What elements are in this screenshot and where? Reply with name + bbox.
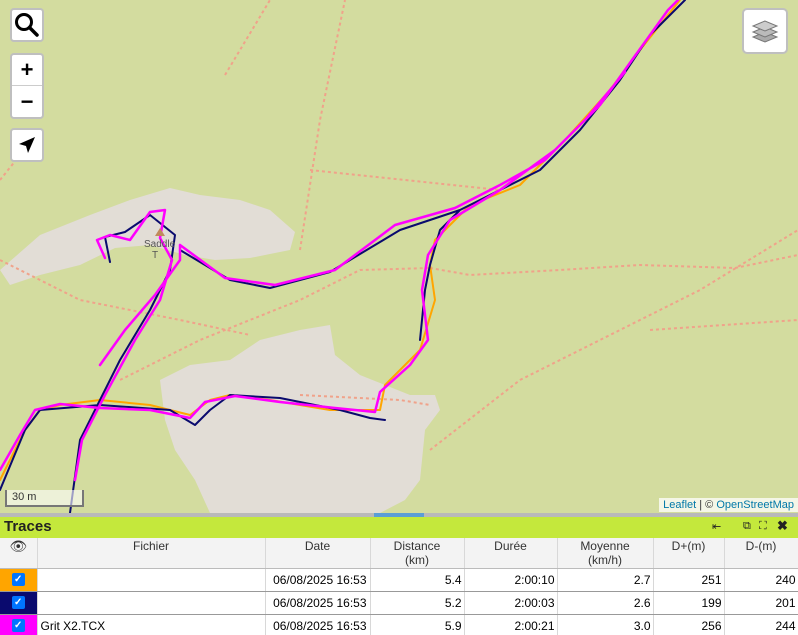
visibility-checkbox[interactable]: ✓ (11, 573, 25, 586)
rock-area-saddle (0, 188, 295, 285)
column-header-distance[interactable]: Distance (km) (370, 538, 465, 569)
column-header-fichier[interactable]: Fichier (37, 538, 266, 569)
date-cell: 06/08/2025 16:53 (265, 568, 371, 592)
track-color-swatch: ✓ (0, 568, 37, 591)
leaflet-link[interactable]: Leaflet (663, 499, 696, 511)
table-header-row: 👁 Fichier Date Distance (km) Durée Moyenn… (0, 538, 798, 569)
distance-cell: 5.2 (370, 591, 465, 615)
duree-cell: 2:00:10 (464, 568, 558, 592)
visibility-checkbox[interactable]: ✓ (11, 596, 25, 609)
search-icon (15, 13, 39, 37)
file-name: Grit X2.TCX (40, 618, 106, 633)
search-button[interactable] (10, 8, 44, 42)
locate-button[interactable] (10, 128, 44, 162)
locate-arrow-icon (19, 137, 35, 153)
table-row[interactable]: ✓ 06/08/2025 16:53 5.2 2:00:03 2.6 199 201 (0, 591, 798, 615)
moyenne-cell: 3.0 (557, 614, 654, 635)
table-row[interactable]: ✓ 06/08/2025 16:53 5.4 2:00:10 2.7 251 240 (0, 568, 798, 592)
zoom-control: + − (10, 53, 44, 119)
traces-table: 👁 Fichier Date Distance (km) Durée Moyenn… (0, 538, 798, 635)
moyenne-cell: 2.6 (557, 591, 654, 615)
file-cell[interactable] (37, 591, 266, 615)
map-tiles: Saddle T (0, 0, 798, 513)
visibility-cell: ✓ (0, 568, 38, 592)
attribution-separator: | © (696, 499, 717, 511)
layers-icon (751, 20, 779, 43)
column-header-dminus[interactable]: D-(m) (724, 538, 798, 569)
dminus-cell: 240 (724, 568, 798, 592)
track-color-swatch: ✓ (0, 591, 37, 614)
column-header-duree[interactable]: Durée (464, 538, 558, 569)
track-color-swatch: ✓ (0, 614, 37, 635)
peak-label-2: T (152, 250, 158, 261)
expand-icon[interactable]: ⛶ (759, 520, 767, 533)
eye-icon: 👁 (9, 538, 28, 554)
osm-link[interactable]: OpenStreetMap (716, 499, 794, 511)
map-attribution: Leaflet | © OpenStreetMap (659, 498, 798, 512)
popout-icon[interactable]: ⧉ (743, 520, 751, 533)
scale-bar: 30 m (5, 490, 84, 507)
zoom-out-button[interactable]: − (12, 86, 42, 117)
table-row[interactable]: ✓ Grit X2.TCX 06/08/2025 16:53 5.9 2:00:21 3.… (0, 614, 798, 635)
distance-cell: 5.9 (370, 614, 465, 635)
peak-label: Saddle (144, 239, 176, 250)
traces-panel-header: Traces ⇤ ⧉ ⛶ ✖ (0, 517, 798, 538)
dplus-cell: 199 (653, 591, 725, 615)
moyenne-cell: 2.7 (557, 568, 654, 592)
column-header-moyenne[interactable]: Moyenne (km/h) (557, 538, 654, 569)
visibility-checkbox[interactable]: ✓ (11, 619, 25, 632)
column-header-dplus[interactable]: D+(m) (653, 538, 725, 569)
dminus-cell: 201 (724, 591, 798, 615)
zoom-in-button[interactable]: + (12, 55, 42, 86)
file-name-field[interactable] (40, 594, 107, 611)
duree-cell: 2:00:21 (464, 614, 558, 635)
duree-cell: 2:00:03 (464, 591, 558, 615)
map-view[interactable]: Saddle T + − 30 m Leaflet | © OpenStreet… (0, 0, 798, 513)
date-cell: 06/08/2025 16:53 (265, 614, 371, 635)
close-icon[interactable]: ✖ (777, 518, 788, 534)
distance-cell: 5.4 (370, 568, 465, 592)
date-cell: 06/08/2025 16:53 (265, 591, 371, 615)
file-cell[interactable] (37, 568, 266, 592)
file-name-field[interactable] (40, 571, 107, 588)
layers-button[interactable] (742, 8, 788, 54)
visibility-cell: ✓ (0, 591, 38, 615)
visibility-cell: ✓ (0, 614, 38, 635)
visibility-column-header[interactable]: 👁 (0, 538, 38, 569)
dminus-cell: 244 (724, 614, 798, 635)
file-cell[interactable]: Grit X2.TCX (37, 614, 266, 635)
dock-icon[interactable]: ⇤ (712, 520, 721, 533)
column-header-date[interactable]: Date (265, 538, 371, 569)
dplus-cell: 256 (653, 614, 725, 635)
dplus-cell: 251 (653, 568, 725, 592)
panel-title: Traces (4, 518, 52, 535)
